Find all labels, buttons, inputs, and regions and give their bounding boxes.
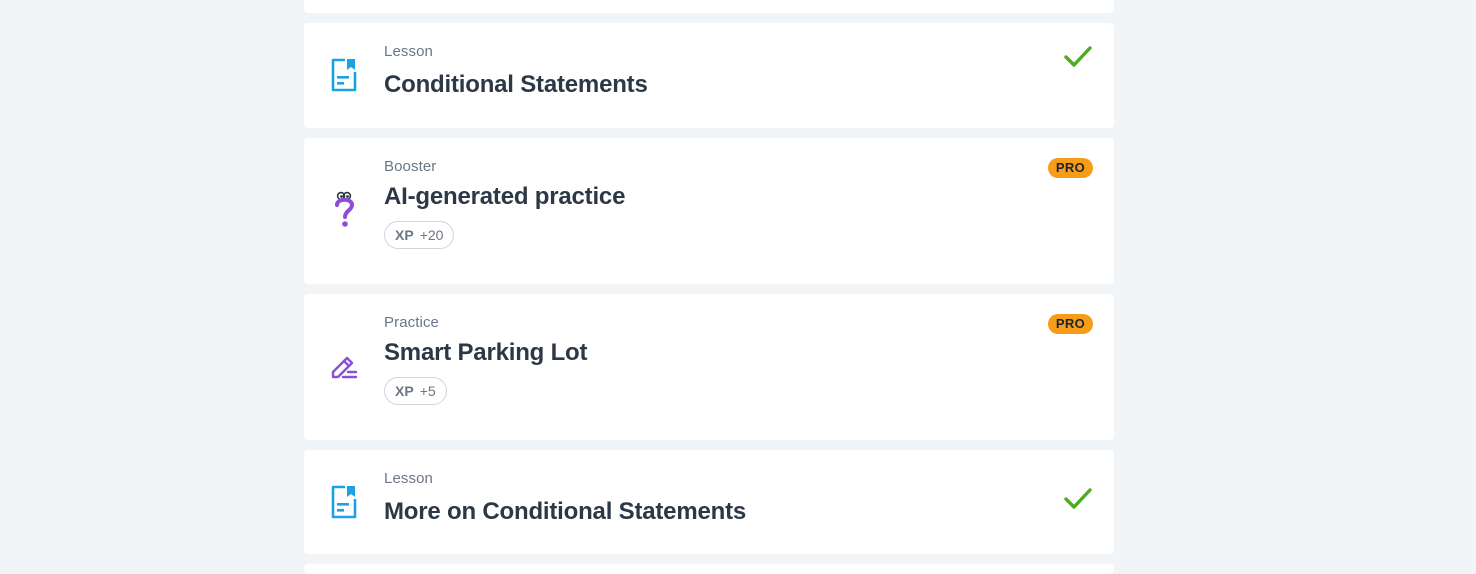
lesson-doc-icon bbox=[328, 58, 360, 92]
card-practice-smart-parking-lot[interactable]: Practice Smart Parking Lot XP +5 PRO bbox=[304, 294, 1114, 440]
pro-badge: PRO bbox=[1047, 314, 1093, 334]
xp-value: +5 bbox=[419, 383, 436, 399]
card-type-label: Lesson bbox=[384, 470, 433, 487]
check-icon bbox=[1064, 488, 1092, 509]
card-lesson-more-conditional-statements[interactable]: Lesson More on Conditional Statements bbox=[304, 450, 1114, 554]
card-type-label: Booster bbox=[384, 158, 437, 175]
xp-label: XP bbox=[395, 227, 414, 243]
pencil-icon bbox=[328, 351, 360, 383]
card-partial-top[interactable] bbox=[304, 0, 1114, 13]
xp-reward-pill: XP +20 bbox=[384, 221, 455, 249]
xp-label: XP bbox=[395, 383, 414, 399]
xp-value: +20 bbox=[419, 227, 444, 243]
lesson-doc-icon bbox=[328, 485, 360, 519]
card-type-label: Lesson bbox=[384, 43, 433, 60]
check-icon bbox=[1064, 46, 1092, 67]
card-type-label: Practice bbox=[384, 314, 439, 331]
card-title: AI-generated practice bbox=[384, 183, 626, 210]
card-title: Conditional Statements bbox=[384, 71, 648, 98]
card-title: More on Conditional Statements bbox=[384, 498, 747, 525]
pro-badge: PRO bbox=[1047, 158, 1093, 178]
xp-reward-pill: XP +5 bbox=[384, 377, 447, 405]
card-lesson-conditional-statements[interactable]: Lesson Conditional Statements bbox=[304, 23, 1114, 128]
card-booster-ai-practice[interactable]: Booster AI-generated practice XP +20 PRO bbox=[304, 138, 1114, 284]
card-title: Smart Parking Lot bbox=[384, 339, 588, 366]
question-mark-icon bbox=[328, 191, 360, 227]
